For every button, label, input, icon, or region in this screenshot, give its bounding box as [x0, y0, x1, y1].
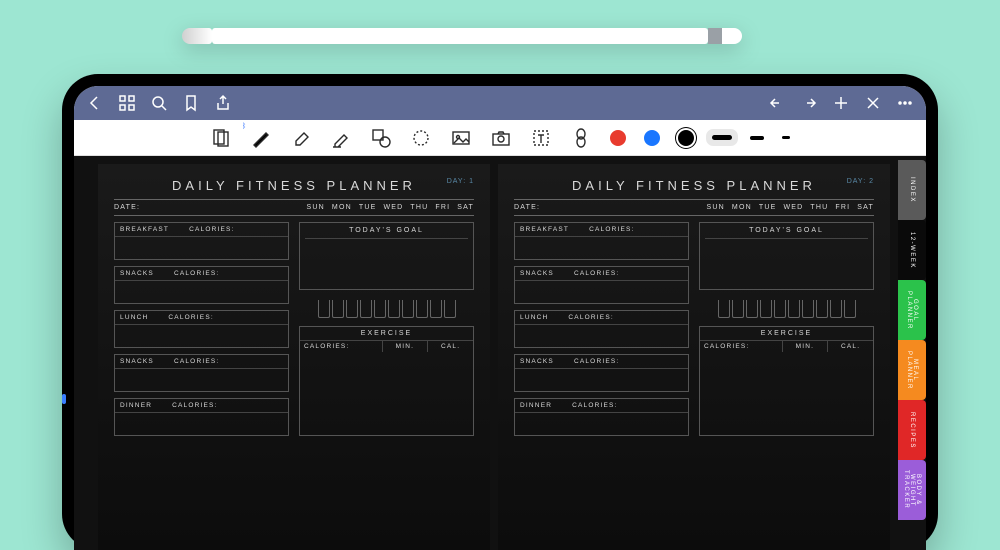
weekday-row: SUNMONTUEWEDTHUFRISAT [707, 204, 874, 211]
home-indicator [62, 394, 66, 404]
breakfast-box[interactable]: BREAKFASTCALORIES: [514, 222, 689, 260]
exercise-box[interactable]: EXERCISE CALORIES:MIN.CAL. [299, 326, 474, 436]
snacks-box-2[interactable]: SNACKSCALORIES: [514, 354, 689, 392]
bookmark-icon[interactable] [182, 94, 200, 112]
todays-goal-box[interactable]: TODAY'S GOAL [699, 222, 874, 290]
screen: ᛒ DAILY FITNESS PLANNER DAY: 1 [74, 86, 926, 550]
tab-goal-planner[interactable]: GOAL PLANNER [898, 280, 926, 340]
planner-page-1[interactable]: DAILY FITNESS PLANNER DAY: 1 DATE: SUNMO… [98, 164, 490, 550]
page-title: DAILY FITNESS PLANNER [514, 178, 874, 193]
eraser-tool-icon[interactable] [290, 127, 312, 149]
document-area: DAILY FITNESS PLANNER DAY: 1 DATE: SUNMO… [74, 156, 926, 550]
water-tracker[interactable] [299, 300, 474, 318]
shape-tool-icon[interactable] [370, 127, 392, 149]
text-tool-icon[interactable] [530, 127, 552, 149]
ipad-frame: ᛒ DAILY FITNESS PLANNER DAY: 1 [62, 74, 938, 550]
grid-icon[interactable] [118, 94, 136, 112]
camera-tool-icon[interactable] [490, 127, 512, 149]
todays-goal-box[interactable]: TODAY'S GOAL [299, 222, 474, 290]
tab-recipes[interactable]: RECIPES [898, 400, 926, 460]
tab-index[interactable]: INDEX [898, 160, 926, 220]
day-label: DAY: 2 [847, 178, 874, 185]
highlighter-tool-icon[interactable] [330, 127, 352, 149]
water-tracker[interactable] [699, 300, 874, 318]
tab-body-weight-tracker[interactable]: BODY & WEIGHT TRACKER [898, 460, 926, 520]
tab-12-week[interactable]: 12-WEEK [898, 220, 926, 280]
weekday-row: SUNMONTUEWEDTHUFRISAT [307, 204, 474, 211]
exercise-box[interactable]: EXERCISE CALORIES:MIN.CAL. [699, 326, 874, 436]
color-swatch-black[interactable] [678, 130, 694, 146]
bluetooth-badge-icon: ᛒ [242, 123, 246, 130]
close-icon[interactable] [864, 94, 882, 112]
image-tool-icon[interactable] [450, 127, 472, 149]
lasso-tool-icon[interactable] [410, 127, 432, 149]
side-tabs: INDEX 12-WEEK GOAL PLANNER MEAL PLANNER … [898, 156, 926, 550]
day-label: DAY: 1 [447, 178, 474, 185]
planner-page-2[interactable]: DAILY FITNESS PLANNER DAY: 2 DATE: SUNMO… [498, 164, 890, 550]
plus-icon[interactable] [832, 94, 850, 112]
breakfast-box[interactable]: BREAKFASTCALORIES: [114, 222, 289, 260]
date-label: DATE: [114, 204, 140, 211]
redo-icon[interactable] [800, 94, 818, 112]
snacks-box-1[interactable]: SNACKSCALORIES: [514, 266, 689, 304]
page-nav-icon[interactable] [210, 127, 232, 149]
dinner-box[interactable]: DINNERCALORIES: [514, 398, 689, 436]
pen-tool-icon[interactable]: ᛒ [250, 127, 272, 149]
lunch-box[interactable]: LUNCHCALORIES: [114, 310, 289, 348]
dinner-box[interactable]: DINNERCALORIES: [114, 398, 289, 436]
date-label: DATE: [514, 204, 540, 211]
snacks-box-2[interactable]: SNACKSCALORIES: [114, 354, 289, 392]
tab-meal-planner[interactable]: MEAL PLANNER [898, 340, 926, 400]
share-icon[interactable] [214, 94, 232, 112]
thickness-1[interactable] [712, 135, 732, 140]
tool-row: ᛒ [74, 120, 926, 156]
page-spread[interactable]: DAILY FITNESS PLANNER DAY: 1 DATE: SUNMO… [74, 156, 898, 550]
snacks-box-1[interactable]: SNACKSCALORIES: [114, 266, 289, 304]
color-swatch-red[interactable] [610, 130, 626, 146]
link-tool-icon[interactable] [570, 127, 592, 149]
back-icon[interactable] [86, 94, 104, 112]
app-topbar [74, 86, 926, 120]
undo-icon[interactable] [768, 94, 786, 112]
more-icon[interactable] [896, 94, 914, 112]
page-title: DAILY FITNESS PLANNER [114, 178, 474, 193]
search-icon[interactable] [150, 94, 168, 112]
apple-pencil [182, 24, 742, 48]
thickness-2[interactable] [750, 136, 764, 140]
color-swatch-blue[interactable] [644, 130, 660, 146]
lunch-box[interactable]: LUNCHCALORIES: [514, 310, 689, 348]
thickness-3[interactable] [782, 136, 790, 139]
